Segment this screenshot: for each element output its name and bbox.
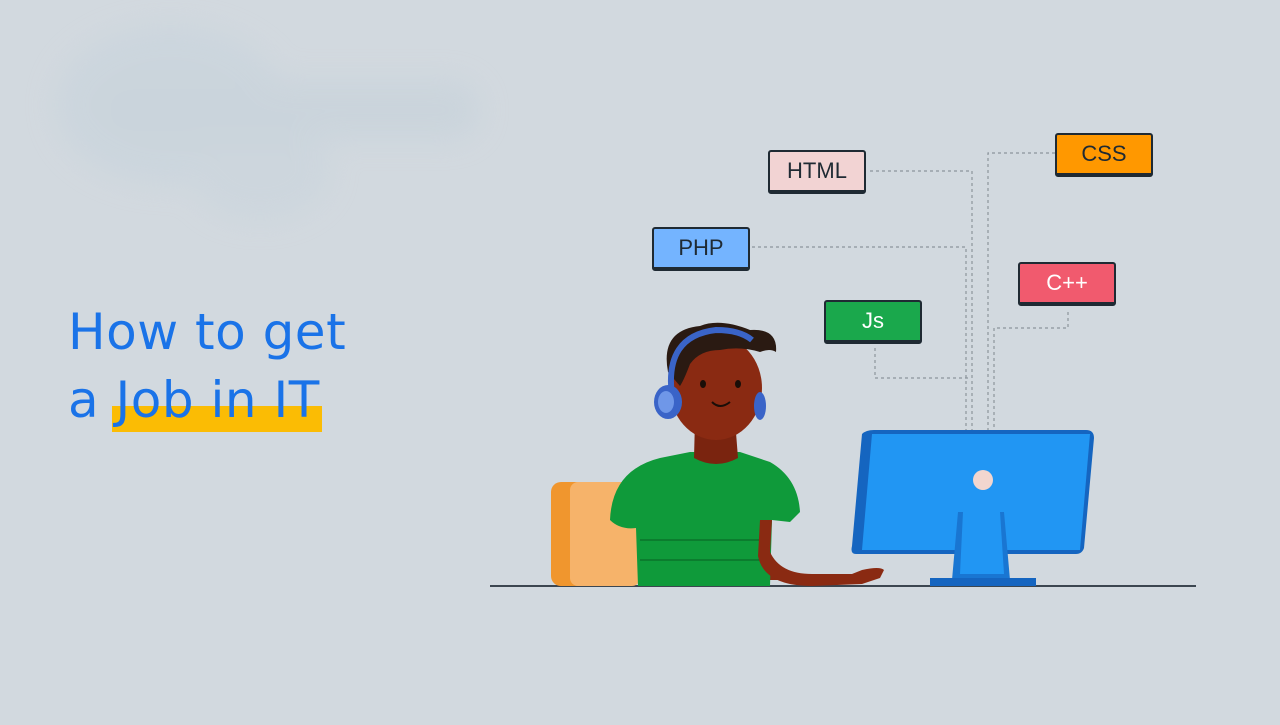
tag-js: Js [824, 300, 922, 344]
monitor [851, 430, 1094, 586]
illustration [490, 152, 1196, 587]
tag-css: CSS [1055, 133, 1153, 177]
tag-cpp: C++ [1018, 262, 1116, 306]
person [610, 322, 884, 586]
tag-html: HTML [768, 150, 866, 194]
tag-php: PHP [652, 227, 750, 271]
